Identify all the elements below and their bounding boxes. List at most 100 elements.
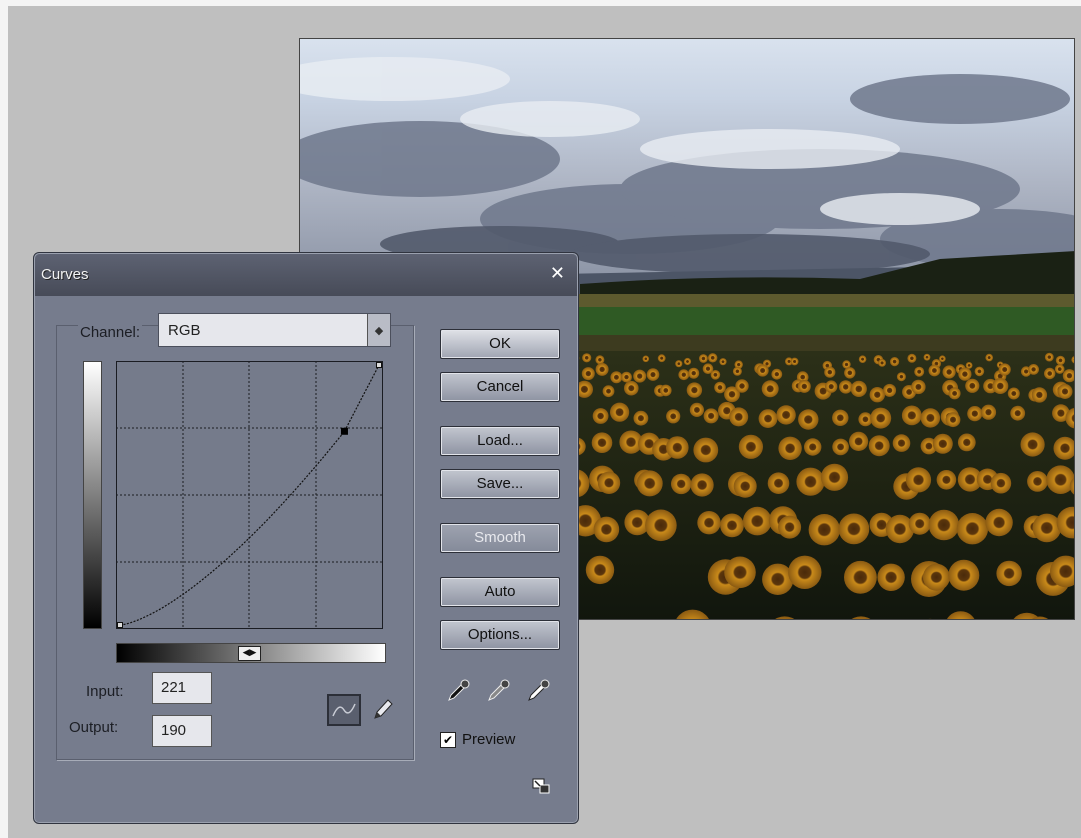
- output-label: Output:: [69, 719, 119, 736]
- preview-checkbox[interactable]: ✔: [440, 731, 456, 748]
- sunflower: [660, 384, 672, 397]
- close-icon[interactable]: ✕: [550, 263, 565, 284]
- sunflower: [610, 402, 630, 422]
- chevron-updown-icon[interactable]: ◆: [367, 314, 390, 346]
- sunflower: [942, 365, 956, 379]
- workspace-top-edge: [0, 0, 1081, 6]
- sunflower: [992, 378, 1009, 394]
- sunflower: [593, 516, 620, 543]
- sunflower: [688, 367, 700, 379]
- sunflower: [849, 431, 869, 451]
- curves-dialog: Curves ✕ Channel: RGB ◆ ◀▶ Input: 221 Ou…: [33, 252, 579, 824]
- sunflower: [581, 367, 595, 381]
- sunflower: [948, 559, 980, 591]
- sunflower: [1044, 367, 1056, 380]
- sunflower: [948, 387, 961, 400]
- dialog-titlebar[interactable]: Curves ✕: [35, 254, 577, 296]
- sunflower: [883, 383, 897, 397]
- sunflower: [908, 512, 931, 535]
- sunflower: [922, 563, 950, 591]
- sunflower: [689, 402, 704, 417]
- expand-dialog-icon[interactable]: [531, 777, 551, 795]
- pencil-icon[interactable]: [371, 696, 395, 722]
- sunflower: [1027, 471, 1048, 492]
- sunflower: [595, 355, 605, 365]
- sunflower: [657, 354, 666, 363]
- sunflower: [965, 378, 980, 393]
- sunflower: [790, 357, 799, 366]
- sunflower: [624, 380, 639, 396]
- sunflower: [671, 473, 692, 495]
- sunflower: [776, 405, 796, 425]
- sunflower: [858, 355, 867, 364]
- auto-button[interactable]: Auto: [440, 577, 560, 607]
- gradient-toggle-icon[interactable]: ◀▶: [238, 646, 261, 661]
- sunflower: [877, 563, 905, 591]
- preview-checkbox-row[interactable]: ✔ Preview: [440, 731, 515, 748]
- sunflower: [732, 366, 742, 376]
- sunflower: [901, 405, 922, 426]
- sunflower: [729, 407, 749, 427]
- sunflower: [890, 357, 900, 367]
- sunflower: [756, 364, 769, 377]
- sunflower: [998, 363, 1011, 376]
- sunflower: [911, 379, 926, 395]
- preview-label: Preview: [462, 731, 516, 748]
- sunflower: [850, 380, 867, 397]
- load-button[interactable]: Load...: [440, 426, 560, 456]
- curve-point-selected[interactable]: [340, 427, 348, 435]
- curve-graph[interactable]: [116, 361, 383, 629]
- sunflower: [592, 408, 609, 424]
- sunflower: [666, 409, 681, 424]
- sunflower: [597, 471, 621, 494]
- sunflower: [585, 555, 615, 585]
- black-eyedropper-icon[interactable]: [446, 677, 472, 703]
- input-field[interactable]: 221: [152, 672, 212, 704]
- sunflower: [1007, 387, 1020, 400]
- sunflower: [646, 368, 660, 381]
- curve-point-black[interactable]: [117, 622, 123, 628]
- sunflower: [738, 434, 763, 459]
- sunflower: [735, 379, 749, 393]
- sunflower: [878, 359, 886, 367]
- output-field[interactable]: 190: [152, 715, 212, 747]
- eyedropper-group: [446, 677, 552, 703]
- sunflower: [621, 371, 632, 383]
- sunflower: [610, 371, 623, 384]
- curve-point-white[interactable]: [376, 362, 382, 368]
- sunflower: [808, 514, 840, 546]
- sunflower: [914, 366, 925, 377]
- sunflower: [945, 412, 961, 428]
- sunflower: [990, 472, 1012, 494]
- sunflower: [697, 511, 721, 535]
- input-label: Input:: [86, 683, 124, 700]
- sunflower: [719, 358, 727, 366]
- smooth-button[interactable]: Smooth: [440, 523, 560, 553]
- sunflower: [743, 506, 772, 536]
- sunflower: [1044, 352, 1054, 362]
- sunflower: [832, 438, 849, 456]
- channel-value: RGB: [168, 322, 201, 339]
- sunflower: [1057, 384, 1073, 399]
- sunflower: [1010, 405, 1026, 421]
- gray-eyedropper-icon[interactable]: [486, 677, 512, 703]
- sunflower: [767, 472, 790, 495]
- ok-button[interactable]: OK: [440, 329, 560, 359]
- options-button[interactable]: Options...: [440, 620, 560, 650]
- sunflower: [820, 463, 849, 491]
- channel-select[interactable]: RGB ◆: [158, 313, 391, 347]
- sunflower: [591, 432, 613, 454]
- cancel-button[interactable]: Cancel: [440, 372, 560, 402]
- channel-label: Channel:: [78, 324, 143, 341]
- sunflower: [752, 619, 785, 620]
- sunflower: [869, 387, 885, 403]
- save-button[interactable]: Save...: [440, 469, 560, 499]
- sunflower: [896, 372, 906, 382]
- sunflower: [804, 438, 822, 456]
- sunflower: [825, 380, 838, 393]
- sunflower: [778, 515, 802, 539]
- white-eyedropper-icon[interactable]: [526, 677, 552, 703]
- sunflower: [956, 513, 989, 545]
- sunflower: [939, 355, 946, 363]
- curve-icon[interactable]: [327, 694, 361, 726]
